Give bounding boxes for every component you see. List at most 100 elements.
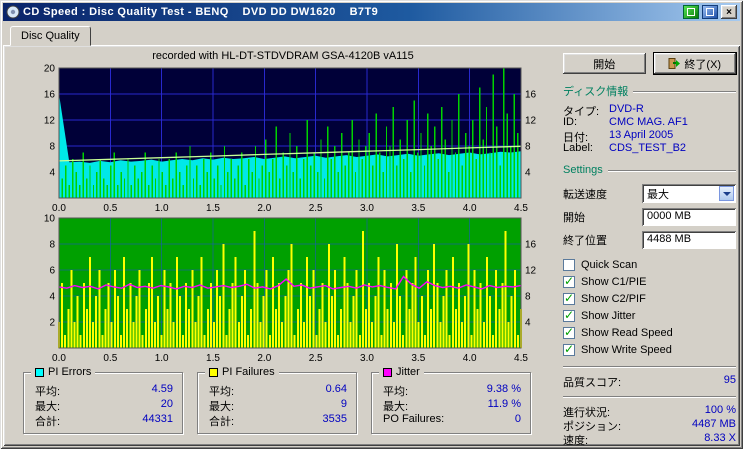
exit-icon: [668, 58, 681, 69]
position-value: 4487 MB: [691, 418, 736, 430]
window-title: CD Speed : Disc Quality Test - BENQ DVD …: [23, 6, 379, 18]
checkbox-box[interactable]: [563, 258, 575, 271]
stat-value: 11.9 %: [487, 398, 521, 410]
checkbox-box[interactable]: [563, 308, 575, 322]
tab-page: recorded with HL-DT-STDVDRAM GSA-4120B v…: [3, 45, 740, 447]
checkbox-label: Show C2/PIF: [581, 292, 646, 305]
info-value: CMC MAG. AF1: [609, 116, 688, 128]
end-position-label: 終了位置: [563, 234, 607, 247]
svg-text:10: 10: [44, 214, 56, 225]
disc-info-heading: ディスク情報: [563, 86, 629, 98]
checkbox-box[interactable]: [563, 291, 575, 305]
svg-text:4.0: 4.0: [463, 203, 477, 214]
stat-label: 平均:: [209, 386, 235, 398]
side-panel: 開始 終了(X) ディスク情報 タイプ: DVD-R ID: CMC MAG. AF…: [563, 52, 737, 447]
svg-text:3.0: 3.0: [360, 203, 374, 214]
checkbox-show-read-speed[interactable]: Show Read Speed: [563, 324, 736, 341]
stat-box-jitter: Jitter 平均: 9.38 % 最大: 11.9 % PO Failures: 0: [371, 366, 531, 434]
chart-area: recorded with HL-DT-STDVDRAM GSA-4120B v…: [9, 49, 557, 434]
svg-text:1.0: 1.0: [155, 353, 169, 364]
stat-row: 合計: 44331: [35, 413, 173, 428]
start-position-input[interactable]: 0000 MB: [642, 207, 736, 226]
checkbox-show-write-speed[interactable]: Show Write Speed: [563, 341, 736, 358]
checkbox-box[interactable]: [563, 325, 575, 339]
close-button[interactable]: ×: [721, 5, 737, 19]
chevron-down-icon[interactable]: [719, 186, 734, 201]
checkbox-box[interactable]: [563, 342, 575, 356]
end-position-row: 終了位置 4488 MB: [563, 230, 736, 249]
speed-select[interactable]: 最大: [642, 184, 736, 203]
pi-errors-swatch: [35, 367, 44, 377]
quality-score-row: 品質スコア: 95: [563, 374, 736, 389]
svg-text:0.5: 0.5: [103, 203, 117, 214]
svg-text:12: 12: [525, 266, 537, 277]
svg-text:20: 20: [44, 64, 56, 75]
checkbox-label: Show C1/PIE: [581, 275, 647, 288]
progress-label: 進行状況:: [563, 407, 611, 419]
stat-row: 最大: 11.9 %: [383, 398, 521, 413]
svg-text:4.0: 4.0: [463, 353, 477, 364]
stat-legend: Jitter: [379, 366, 424, 378]
checkbox-show-c1-pie[interactable]: Show C1/PIE: [563, 273, 736, 290]
pi-errors-chart: 20 16 12 8 4 16 12 8 4 0.0 0.5 1.0 1.5 2.0 2.5 3.0 3.5 4.…: [44, 64, 537, 214]
svg-text:12: 12: [525, 116, 537, 127]
svg-text:1.0: 1.0: [155, 203, 169, 214]
disc-info-section: ディスク情報: [563, 83, 736, 99]
checkbox-label: Show Read Speed: [581, 326, 673, 339]
stat-value: 3535: [322, 413, 347, 425]
checkbox-show-jitter[interactable]: Show Jitter: [563, 307, 736, 324]
recorded-with-text: recorded with HL-DT-STDVDRAM GSA-4120B v…: [152, 50, 414, 62]
disc-info-row-date: 日付: 13 April 2005: [563, 129, 736, 144]
checkbox-box[interactable]: [563, 274, 575, 288]
svg-text:4.5: 4.5: [514, 353, 528, 364]
jitter-swatch: [383, 367, 392, 377]
divider: [563, 366, 736, 368]
tab-disc-quality[interactable]: Disc Quality: [10, 26, 91, 46]
info-label: タイプ:: [563, 106, 600, 118]
progress-value: 100 %: [704, 404, 736, 416]
titlebar-green-icon-button[interactable]: [683, 5, 699, 19]
stat-row: PO Failures: 0: [383, 413, 521, 428]
stat-value: 20: [160, 398, 173, 410]
stat-label: 平均:: [35, 386, 61, 398]
svg-text:3.5: 3.5: [411, 203, 425, 214]
titlebar-blue-icon-button[interactable]: [702, 5, 718, 19]
info-label: ID:: [563, 116, 578, 128]
stat-label: 最大:: [209, 401, 235, 413]
stat-value: 9.38 %: [486, 383, 521, 395]
svg-text:8: 8: [49, 142, 55, 153]
stat-row: 平均: 9.38 %: [383, 383, 521, 398]
stat-label: PO Failures:: [383, 413, 445, 425]
exit-button[interactable]: 終了(X): [652, 52, 737, 75]
stat-title: PI Errors: [48, 366, 92, 378]
checkbox-show-c2-pif[interactable]: Show C2/PIF: [563, 290, 736, 307]
end-position-input[interactable]: 4488 MB: [642, 230, 736, 249]
svg-text:1.5: 1.5: [206, 203, 220, 214]
start-button[interactable]: 開始: [563, 53, 646, 74]
stat-row: 最大: 20: [35, 398, 173, 413]
svg-text:0.0: 0.0: [52, 203, 66, 214]
svg-text:4: 4: [525, 318, 531, 329]
stat-label: 合計:: [35, 416, 61, 428]
settings-heading: Settings: [563, 164, 603, 176]
app-icon: [6, 5, 20, 19]
svg-text:16: 16: [525, 240, 537, 251]
svg-text:2.0: 2.0: [257, 353, 271, 364]
info-value: DVD-R: [609, 103, 644, 115]
stats-row: PI Errors 平均: 4.59 最大: 20 合計: 44331 PI Fail…: [23, 366, 557, 434]
divider: [563, 396, 736, 398]
svg-text:3.5: 3.5: [411, 353, 425, 364]
quality-score-label: 品質スコア:: [563, 377, 622, 389]
app-window: CD Speed : Disc Quality Test - BENQ DVD …: [0, 0, 743, 449]
info-value: 13 April 2005: [609, 129, 674, 141]
info-label: Label:: [563, 142, 593, 154]
svg-text:2.5: 2.5: [309, 353, 323, 364]
stat-box-pi-errors: PI Errors 平均: 4.59 最大: 20 合計: 44331: [23, 366, 183, 434]
disc-info-row-type: タイプ: DVD-R: [563, 103, 736, 118]
stat-label: 合計:: [209, 416, 235, 428]
checkbox-list: Quick Scan Show C1/PIE Show C2/PIF Show …: [563, 256, 736, 358]
divider: [607, 170, 736, 172]
checkbox-quick-scan[interactable]: Quick Scan: [563, 256, 736, 273]
checkbox-label: Quick Scan: [581, 258, 638, 271]
stat-row: 合計: 3535: [209, 413, 347, 428]
